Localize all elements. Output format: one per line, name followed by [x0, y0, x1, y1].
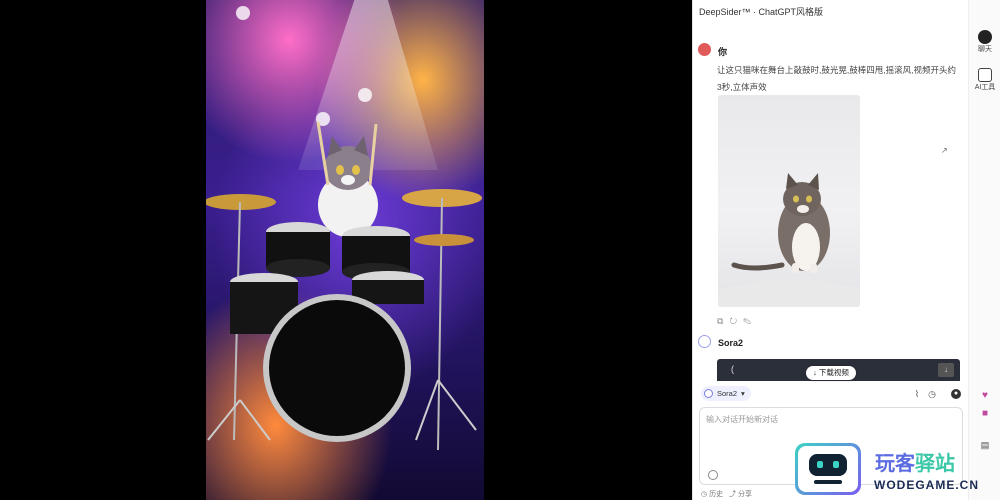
tools-icon	[978, 68, 992, 82]
model-selector[interactable]: Sora2 ▾	[701, 386, 751, 401]
share-link[interactable]: ⤴ 分享	[729, 489, 752, 499]
edit-icon[interactable]: ✎	[743, 316, 757, 326]
video-preview-area[interactable]	[0, 0, 692, 500]
share-label: 分享	[737, 491, 752, 498]
user-prompt-text: 让这只猫咪在舞台上敲鼓时,鼓光晃,鼓棒四甩,摇滚风,视频开头约3秒,立体声效	[717, 65, 956, 92]
bass-drum-head	[269, 300, 405, 436]
rail-label: 聊天	[978, 46, 992, 53]
user-name: 你	[718, 47, 728, 57]
watermark-title: 玩客驿站	[875, 453, 955, 475]
drummer-cat-illustration	[206, 121, 482, 451]
rail-item-tools[interactable]: AI工具	[969, 68, 1000, 92]
video-card-bracket: (	[731, 364, 734, 374]
chat-icon	[978, 30, 992, 44]
sora-avatar	[698, 335, 711, 348]
emoji-icon[interactable]	[708, 470, 718, 480]
model-name: Sora2	[717, 389, 738, 398]
regenerate-icon[interactable]: ↻	[729, 316, 743, 326]
left-cymbal	[206, 194, 276, 210]
watermark: 玩客驿站 WODEGAME.CN	[795, 443, 995, 495]
clock-icon[interactable]: ◷	[927, 389, 937, 399]
fullscreen-icon[interactable]: ↓	[938, 363, 954, 377]
watermark-subtitle: WODEGAME.CN	[874, 478, 979, 492]
chat-bubble-icon[interactable]: ●	[951, 389, 961, 399]
panel-title: DeepSider™ · ChatGPT风格版	[699, 7, 824, 17]
heart-icon[interactable]: ♥	[969, 390, 1000, 401]
history-link[interactable]: ◷ 历史	[701, 489, 723, 499]
user-avatar	[698, 43, 711, 56]
chat-panel: DeepSider™ · ChatGPT风格版 你 让这只猫咪在舞台上敲鼓时,鼓…	[692, 0, 1000, 500]
cat-photo[interactable]	[718, 95, 860, 307]
message-actions: ⧉↻✎	[717, 316, 757, 327]
assistant-name: Sora2	[718, 338, 744, 348]
download-video-button[interactable]: ↓ 下载视频	[806, 366, 856, 380]
copy-icon[interactable]: ⧉	[717, 316, 729, 326]
right-rail: 聊天 AI工具 ♥ ■ ▤	[968, 0, 1000, 500]
history-label: 历史	[709, 491, 724, 498]
watermark-logo	[795, 443, 861, 495]
expand-icon[interactable]: ↗	[941, 146, 948, 155]
chevron-down-icon: ▾	[741, 389, 745, 398]
app-window: DeepSider™ · ChatGPT风格版 你 让这只猫咪在舞台上敲鼓时,鼓…	[0, 0, 1000, 500]
hihat-cymbal	[414, 234, 474, 246]
attach-icon[interactable]: ⌇	[912, 389, 922, 399]
gift-icon[interactable]: ■	[969, 408, 1000, 419]
rail-item-chat[interactable]: 聊天	[969, 30, 1000, 54]
rail-label: AI工具	[974, 84, 996, 91]
video-frame[interactable]	[206, 0, 484, 500]
model-icon	[704, 389, 713, 398]
